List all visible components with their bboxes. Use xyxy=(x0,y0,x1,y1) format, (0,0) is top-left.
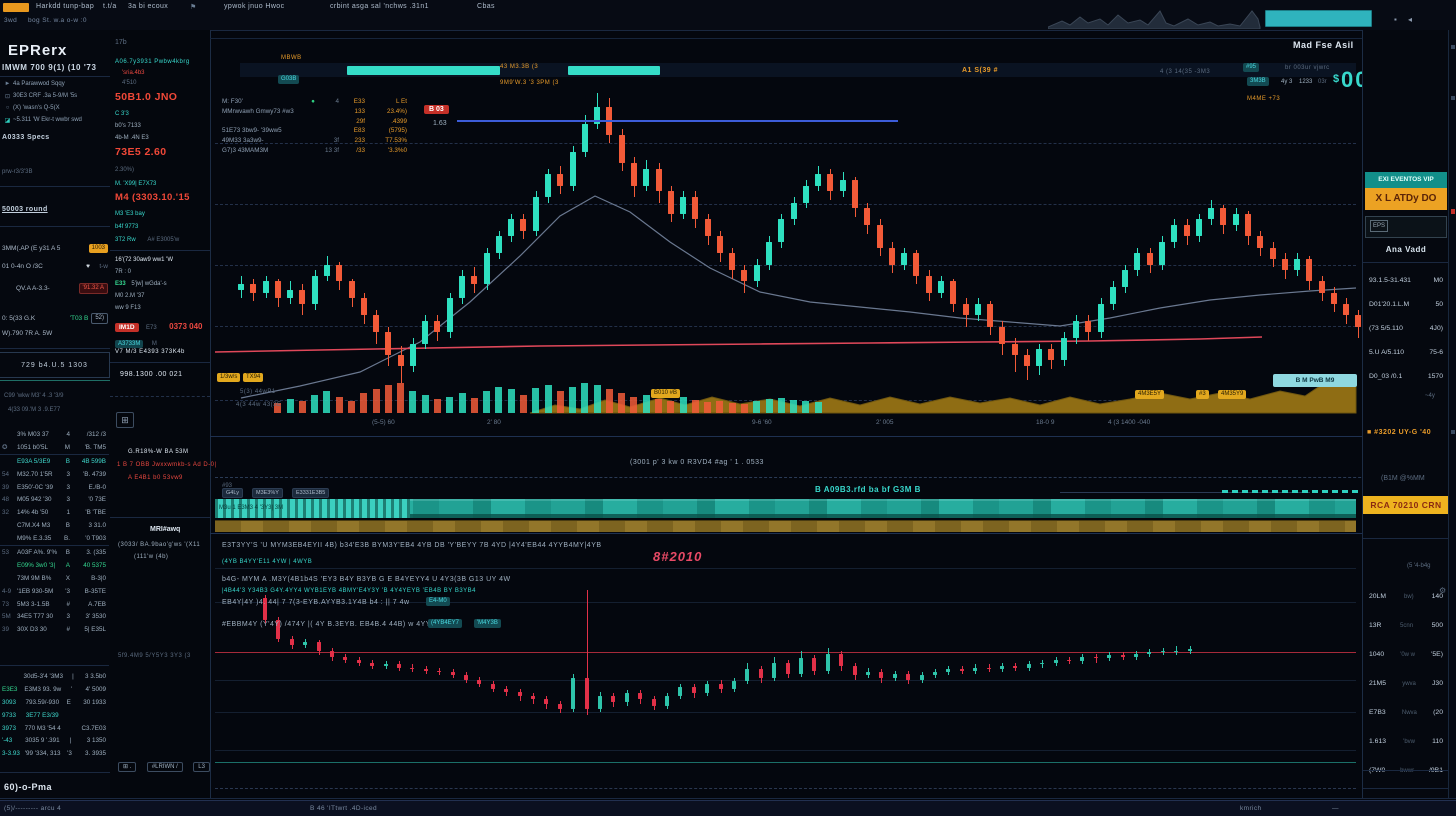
status-text-3: kmrich xyxy=(1240,805,1262,812)
promo-banner[interactable]: X L ATDy DO xyxy=(1365,188,1447,210)
status-text-1: (5)/--------- arcu 4 xyxy=(4,805,61,812)
mid-pills: G4Ly M3E3%Y E3331E3B5 xyxy=(0,0,1456,816)
edge-mark-2 xyxy=(1451,96,1455,100)
teal-dash-row xyxy=(1222,480,1372,498)
right-sidebar: EXI EVENTOS VIP X L ATDy DO EPS Ana Vadd… xyxy=(1362,30,1449,798)
right-data-row[interactable]: (73 5/5.110 4J0) xyxy=(1363,316,1449,340)
quote-row[interactable]: E7B3 Nwva (20 xyxy=(1363,698,1449,727)
trading-terminal: Harkdd tunp-bap t.t/a 3a bi ecoux ⚑ ypwo… xyxy=(0,0,1456,816)
tiny-note: ~4y xyxy=(1425,392,1435,400)
mid-cyan-note: B A09B3.rfd ba bf G3M B xyxy=(815,485,921,495)
quote-row[interactable]: 1.613 'bvw 110 xyxy=(1363,727,1449,756)
vip-banner[interactable]: EXI EVENTOS VIP xyxy=(1365,172,1447,188)
edge-mark-red xyxy=(1451,209,1455,214)
quote-row[interactable]: 21M5 ywva J30 xyxy=(1363,669,1449,698)
right-data-row[interactable]: 5.U A/5.110 75-6 xyxy=(1363,340,1449,364)
mid-filter-pill[interactable]: E3331E3B5 xyxy=(292,488,329,498)
right-data-row[interactable]: D0_03 /0.1 1570 xyxy=(1363,364,1449,388)
signal-band-olive xyxy=(215,520,1356,532)
quote-row[interactable]: 1040 '0w w '5E) xyxy=(1363,640,1449,669)
mid-filter-pill[interactable]: M3E3%Y xyxy=(252,488,283,498)
edge-mark-3 xyxy=(1451,430,1455,434)
right-data-row[interactable]: D01'20.1.L.M 50 xyxy=(1363,292,1449,316)
signal-ribbon-left: M3u 1 E3M3 4 '3Y3| 3M xyxy=(215,499,410,518)
quote-rows: 20LM bw) 140 13R 5cnn 500 1040 '0w w '5E… xyxy=(1363,582,1449,785)
right-edge-strip[interactable] xyxy=(1448,30,1456,798)
quote-row[interactable]: 13R 5cnn 500 xyxy=(1363,611,1449,640)
ana-rows: 93.1.5-31.431 M0 D01'20.1.L.M 50 (73 5/5… xyxy=(1363,268,1449,388)
grey-row: (B1M @%MM xyxy=(1381,474,1425,483)
bottom-statusbar: (5)/--------- arcu 4 B 46 'ITtwrt .4D-ic… xyxy=(0,800,1456,816)
orange-alert-row[interactable]: ■ #3202 UY-G '40 xyxy=(1367,428,1431,437)
small-note: (5 '4-b4g xyxy=(1407,562,1431,570)
status-text-4: — xyxy=(1332,805,1339,812)
quote-row[interactable]: 20LM bw) 140 xyxy=(1363,582,1449,611)
rca-banner[interactable]: RCA 70210 CRN xyxy=(1363,496,1449,514)
eps-tag: EPS xyxy=(1370,220,1388,232)
eps-box[interactable]: EPS xyxy=(1365,216,1447,238)
right-data-row[interactable]: 93.1.5-31.431 M0 xyxy=(1363,268,1449,292)
mid-filter-pill[interactable]: G4Ly xyxy=(222,488,243,498)
status-text-2: B 46 'ITtwrt .4D-iced xyxy=(310,805,377,812)
edge-mark-1 xyxy=(1451,45,1455,49)
right-panel-header: Ana Vadd xyxy=(1363,245,1449,254)
